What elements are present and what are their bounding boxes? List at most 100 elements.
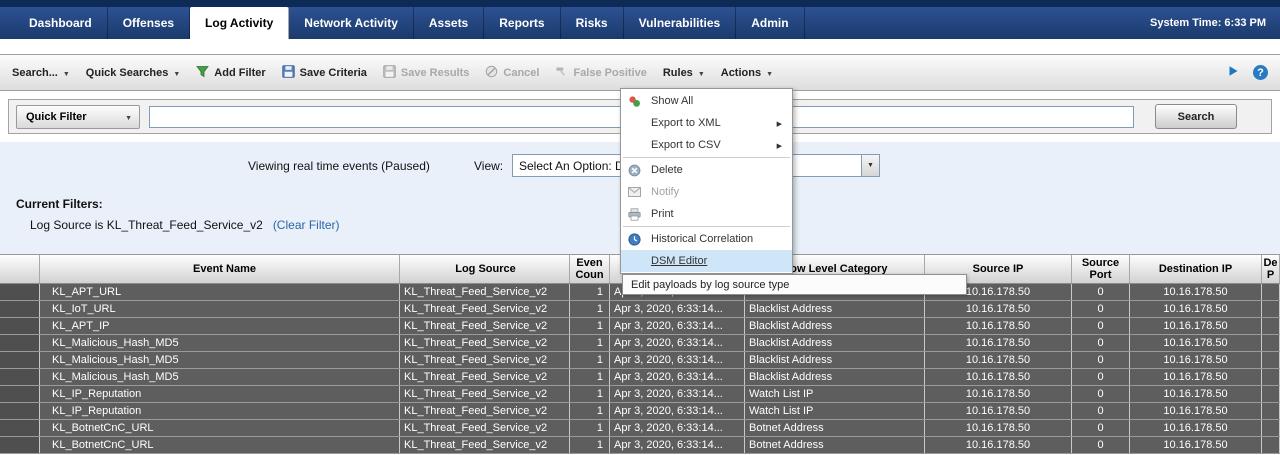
cell-log-source[interactable]: KL_Threat_Feed_Service_v2 <box>400 318 570 334</box>
cell-event-count[interactable]: 1 <box>570 335 610 351</box>
cell-low-level-category[interactable]: Botnet Address <box>745 437 925 453</box>
cell-time[interactable]: Apr 3, 2020, 6:33:14... <box>610 318 745 334</box>
tab-assets[interactable]: Assets <box>414 7 484 39</box>
cell-source-port[interactable]: 0 <box>1072 335 1130 351</box>
menu-item-delete[interactable]: Delete <box>621 159 792 181</box>
cell-destination-port[interactable] <box>1262 403 1280 419</box>
cell-destination-port[interactable] <box>1262 352 1280 368</box>
cell-source-ip[interactable]: 10.16.178.50 <box>925 318 1072 334</box>
cell-time[interactable]: Apr 3, 2020, 6:33:14... <box>610 369 745 385</box>
cell-event-count[interactable]: 1 <box>570 386 610 402</box>
table-row[interactable]: KL_IP_Reputation KL_Threat_Feed_Service_… <box>0 386 1280 403</box>
cell-time[interactable]: Apr 3, 2020, 6:33:14... <box>610 352 745 368</box>
row-selector-cell[interactable] <box>0 301 40 317</box>
save-criteria-button[interactable]: Save Criteria <box>282 65 367 81</box>
cell-event-name[interactable]: KL_APT_URL <box>40 284 400 300</box>
cell-event-count[interactable]: 1 <box>570 403 610 419</box>
clear-filter-link[interactable]: (Clear Filter) <box>273 218 340 232</box>
cell-event-name[interactable]: KL_IP_Reputation <box>40 403 400 419</box>
menu-item-print[interactable]: Print <box>621 203 792 225</box>
cell-destination-ip[interactable]: 10.16.178.50 <box>1130 352 1262 368</box>
search-menu-button[interactable]: Search... <box>12 67 70 79</box>
cell-log-source[interactable]: KL_Threat_Feed_Service_v2 <box>400 437 570 453</box>
add-filter-button[interactable]: Add Filter <box>196 65 265 81</box>
menu-item-dsm-editor[interactable]: DSM Editor <box>621 250 792 272</box>
cell-destination-ip[interactable]: 10.16.178.50 <box>1130 403 1262 419</box>
row-selector-cell[interactable] <box>0 420 40 436</box>
search-button[interactable]: Search <box>1155 104 1237 129</box>
row-selector-cell[interactable] <box>0 284 40 300</box>
cell-event-count[interactable]: 1 <box>570 369 610 385</box>
cell-log-source[interactable]: KL_Threat_Feed_Service_v2 <box>400 352 570 368</box>
actions-menu-button[interactable]: Actions <box>721 67 773 79</box>
row-selector-cell[interactable] <box>0 437 40 453</box>
cell-source-ip[interactable]: 10.16.178.50 <box>925 386 1072 402</box>
cell-source-port[interactable]: 0 <box>1072 437 1130 453</box>
help-icon[interactable] <box>1253 65 1268 80</box>
cell-event-count[interactable]: 1 <box>570 318 610 334</box>
cell-source-port[interactable]: 0 <box>1072 352 1130 368</box>
menu-item-show-all[interactable]: Show All <box>621 90 792 112</box>
cell-destination-ip[interactable]: 10.16.178.50 <box>1130 284 1262 300</box>
cell-time[interactable]: Apr 3, 2020, 6:33:14... <box>610 420 745 436</box>
column-header-log-source[interactable]: Log Source <box>400 255 570 283</box>
cell-event-count[interactable]: 1 <box>570 284 610 300</box>
cell-low-level-category[interactable]: Watch List IP <box>745 386 925 402</box>
cell-low-level-category[interactable]: Blacklist Address <box>745 318 925 334</box>
menu-item-export-xml[interactable]: Export to XML <box>621 112 792 134</box>
cell-event-count[interactable]: 1 <box>570 437 610 453</box>
table-row[interactable]: KL_BotnetCnC_URL KL_Threat_Feed_Service_… <box>0 420 1280 437</box>
cell-low-level-category[interactable]: Blacklist Address <box>745 301 925 317</box>
cell-log-source[interactable]: KL_Threat_Feed_Service_v2 <box>400 403 570 419</box>
row-selector-cell[interactable] <box>0 369 40 385</box>
cell-source-ip[interactable]: 10.16.178.50 <box>925 335 1072 351</box>
cell-event-name[interactable]: KL_BotnetCnC_URL <box>40 437 400 453</box>
cell-source-port[interactable]: 0 <box>1072 301 1130 317</box>
cell-event-count[interactable]: 1 <box>570 301 610 317</box>
cell-log-source[interactable]: KL_Threat_Feed_Service_v2 <box>400 386 570 402</box>
cell-source-ip[interactable]: 10.16.178.50 <box>925 420 1072 436</box>
tab-network-activity[interactable]: Network Activity <box>289 7 414 39</box>
cell-low-level-category[interactable]: Blacklist Address <box>745 352 925 368</box>
tab-reports[interactable]: Reports <box>484 7 560 39</box>
cell-low-level-category[interactable]: Watch List IP <box>745 403 925 419</box>
cell-destination-port[interactable] <box>1262 301 1280 317</box>
column-header-event-name[interactable]: Event Name <box>40 255 400 283</box>
quick-filter-dropdown[interactable]: Quick Filter <box>16 105 140 129</box>
column-header-destination-port[interactable]: De P <box>1262 255 1280 283</box>
table-row[interactable]: KL_BotnetCnC_URL KL_Threat_Feed_Service_… <box>0 437 1280 454</box>
cell-source-ip[interactable]: 10.16.178.50 <box>925 369 1072 385</box>
cell-source-port[interactable]: 0 <box>1072 318 1130 334</box>
row-selector-cell[interactable] <box>0 386 40 402</box>
cell-log-source[interactable]: KL_Threat_Feed_Service_v2 <box>400 335 570 351</box>
cell-destination-ip[interactable]: 10.16.178.50 <box>1130 437 1262 453</box>
row-selector-cell[interactable] <box>0 352 40 368</box>
tab-offenses[interactable]: Offenses <box>108 7 190 39</box>
column-header-destination-ip[interactable]: Destination IP <box>1130 255 1262 283</box>
cell-source-ip[interactable]: 10.16.178.50 <box>925 403 1072 419</box>
cell-event-name[interactable]: KL_Malicious_Hash_MD5 <box>40 369 400 385</box>
tab-dashboard[interactable]: Dashboard <box>14 7 108 39</box>
cell-event-count[interactable]: 1 <box>570 420 610 436</box>
cell-event-name[interactable]: KL_Malicious_Hash_MD5 <box>40 335 400 351</box>
cell-event-name[interactable]: KL_APT_IP <box>40 318 400 334</box>
cell-destination-ip[interactable]: 10.16.178.50 <box>1130 335 1262 351</box>
cell-low-level-category[interactable]: Blacklist Address <box>745 369 925 385</box>
cell-destination-ip[interactable]: 10.16.178.50 <box>1130 369 1262 385</box>
cell-destination-port[interactable] <box>1262 386 1280 402</box>
cell-source-ip[interactable]: 10.16.178.50 <box>925 301 1072 317</box>
tab-vulnerabilities[interactable]: Vulnerabilities <box>624 7 737 39</box>
table-row[interactable]: KL_Malicious_Hash_MD5 KL_Threat_Feed_Ser… <box>0 335 1280 352</box>
cell-event-name[interactable]: KL_IP_Reputation <box>40 386 400 402</box>
cell-source-ip[interactable]: 10.16.178.50 <box>925 437 1072 453</box>
table-row[interactable]: KL_IP_Reputation KL_Threat_Feed_Service_… <box>0 403 1280 420</box>
cell-source-ip[interactable]: 10.16.178.50 <box>925 352 1072 368</box>
tab-log-activity[interactable]: Log Activity <box>190 7 289 39</box>
menu-item-export-csv[interactable]: Export to CSV <box>621 134 792 156</box>
cell-time[interactable]: Apr 3, 2020, 6:33:14... <box>610 403 745 419</box>
cell-destination-port[interactable] <box>1262 437 1280 453</box>
cell-source-port[interactable]: 0 <box>1072 386 1130 402</box>
column-header-source-port[interactable]: Source Port <box>1072 255 1130 283</box>
cell-destination-ip[interactable]: 10.16.178.50 <box>1130 301 1262 317</box>
cell-log-source[interactable]: KL_Threat_Feed_Service_v2 <box>400 301 570 317</box>
